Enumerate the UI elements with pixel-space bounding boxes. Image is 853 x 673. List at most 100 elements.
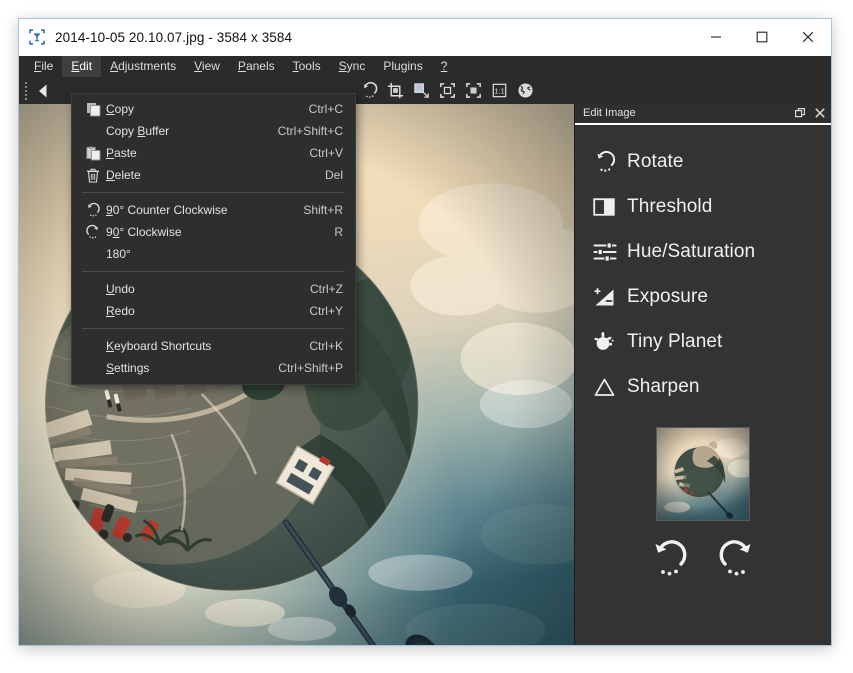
- panorama-viewer-icon: [28, 28, 46, 46]
- menu-item-accel: Ctrl+V: [309, 146, 343, 160]
- threshold-icon: [593, 192, 627, 222]
- menu-separator: [82, 192, 345, 193]
- resize-icon[interactable]: [408, 78, 434, 103]
- menu-item-accel: Shift+R: [303, 203, 343, 217]
- menu-item-keyboard-shortcuts[interactable]: Keyboard Shortcuts Ctrl+K: [72, 335, 355, 357]
- minimize-icon[interactable]: [693, 19, 739, 55]
- menu-adjustments[interactable]: Adjustments: [101, 56, 185, 77]
- menu-item-rotate-90-cw[interactable]: 90° Clockwise R: [72, 221, 355, 243]
- window-title: 2014-10-05 20.10.07.jpg - 3584 x 3584: [55, 30, 292, 45]
- fit-to-window-icon[interactable]: [434, 78, 460, 103]
- edit-image-panel: Edit Image: [574, 103, 831, 645]
- thumbnail-image: [657, 428, 749, 520]
- drag-grip-handle[interactable]: [21, 81, 30, 101]
- rotate-buttons: [575, 535, 831, 581]
- rotate-left-button[interactable]: [646, 535, 692, 581]
- menu-item-accel: Ctrl+Z: [310, 282, 343, 296]
- close-icon[interactable]: [785, 19, 831, 55]
- tool-label: Tiny Planet: [627, 331, 722, 353]
- menu-item-label: Paste: [106, 146, 137, 160]
- menu-item-copy-buffer[interactable]: Copy Buffer Ctrl+Shift+C: [72, 120, 355, 142]
- menu-item-label: 90° Clockwise: [106, 225, 182, 239]
- menu-item-accel: Ctrl+Shift+C: [278, 124, 343, 138]
- rotate-ccw-icon[interactable]: [356, 78, 382, 103]
- rotate-right-button[interactable]: [714, 535, 760, 581]
- preview-area: [575, 427, 831, 521]
- menu-item-copy[interactable]: Copy Ctrl+C: [72, 98, 355, 120]
- application-window: 2014-10-05 20.10.07.jpg - 3584 x 3584 Fi…: [18, 18, 832, 646]
- menu-help[interactable]: ?: [432, 56, 457, 77]
- menu-item-accel: Ctrl+K: [309, 339, 343, 353]
- tool-hue-saturation[interactable]: Hue/Saturation: [575, 229, 831, 274]
- rotate-cw-large-icon: [717, 538, 757, 578]
- paste-icon: [80, 144, 106, 162]
- menu-item-label: Keyboard Shortcuts: [106, 339, 211, 353]
- tool-label: Threshold: [627, 196, 712, 218]
- globe-icon[interactable]: [512, 78, 538, 103]
- rotate-cw-icon: [80, 223, 106, 241]
- menu-item-accel: Ctrl+C: [309, 102, 343, 116]
- menu-item-accel: Del: [325, 168, 343, 182]
- menu-file[interactable]: File: [25, 56, 62, 77]
- exposure-icon: [593, 282, 627, 312]
- undock-icon[interactable]: [795, 108, 806, 119]
- menu-item-label: Delete: [106, 168, 141, 182]
- trash-icon: [80, 166, 106, 184]
- edit-dropdown-menu: Copy Ctrl+C Copy Buffer Ctrl+Shift+C Pas…: [71, 93, 356, 385]
- tool-tiny-planet[interactable]: Tiny Planet: [575, 319, 831, 364]
- menu-plugins[interactable]: Plugins: [374, 56, 431, 77]
- rotate-ccw-icon: [593, 147, 627, 177]
- sliders-icon: [593, 237, 627, 267]
- tool-label: Hue/Saturation: [627, 241, 755, 263]
- tool-sharpen[interactable]: Sharpen: [575, 364, 831, 409]
- menu-item-paste[interactable]: Paste Ctrl+V: [72, 142, 355, 164]
- menu-item-accel: Ctrl+Y: [309, 304, 343, 318]
- panel-header: Edit Image: [575, 103, 831, 125]
- back-arrow-icon[interactable]: [30, 78, 56, 103]
- rotate-ccw-large-icon: [649, 538, 689, 578]
- menu-item-label: Copy: [106, 102, 134, 116]
- menu-item-rotate-90-ccw[interactable]: 90° Counter Clockwise Shift+R: [72, 199, 355, 221]
- menu-separator: [82, 271, 345, 272]
- tool-label: Exposure: [627, 286, 708, 308]
- menu-item-label: Settings: [106, 361, 149, 375]
- menu-sync[interactable]: Sync: [330, 56, 375, 77]
- menu-item-redo[interactable]: Redo Ctrl+Y: [72, 300, 355, 322]
- maximize-icon[interactable]: [739, 19, 785, 55]
- tool-label: Sharpen: [627, 376, 700, 398]
- close-panel-icon[interactable]: [815, 108, 825, 118]
- fill-window-icon[interactable]: [460, 78, 486, 103]
- copy-icon: [80, 100, 106, 118]
- menu-item-label: 180°: [106, 247, 131, 261]
- menu-item-label: Copy Buffer: [106, 124, 169, 138]
- menu-panels[interactable]: Panels: [229, 56, 284, 77]
- menu-item-rotate-180[interactable]: 180°: [72, 243, 355, 265]
- menu-separator: [82, 328, 345, 329]
- actual-size-icon[interactable]: 1:1: [486, 78, 512, 103]
- menu-item-undo[interactable]: Undo Ctrl+Z: [72, 278, 355, 300]
- menu-item-accel: Ctrl+Shift+P: [278, 361, 343, 375]
- menu-view[interactable]: View: [185, 56, 229, 77]
- menu-edit[interactable]: Edit: [62, 56, 101, 77]
- menu-item-label: Undo: [106, 282, 135, 296]
- menu-bar: File Edit Adjustments View Panels Tools …: [19, 56, 831, 77]
- rotate-ccw-icon: [80, 201, 106, 219]
- image-thumbnail[interactable]: [656, 427, 750, 521]
- tool-threshold[interactable]: Threshold: [575, 184, 831, 229]
- tool-rotate[interactable]: Rotate: [575, 139, 831, 184]
- tiny-planet-icon: [593, 327, 627, 357]
- menu-item-delete[interactable]: Delete Del: [72, 164, 355, 186]
- title-bar: 2014-10-05 20.10.07.jpg - 3584 x 3584: [19, 19, 831, 56]
- window-controls: [693, 19, 831, 55]
- menu-item-label: 90° Counter Clockwise: [106, 203, 228, 217]
- tool-exposure[interactable]: Exposure: [575, 274, 831, 319]
- menu-item-accel: R: [334, 225, 343, 239]
- tool-list: Rotate Threshold: [575, 125, 831, 409]
- crop-icon[interactable]: [382, 78, 408, 103]
- menu-tools[interactable]: Tools: [284, 56, 330, 77]
- svg-text:1:1: 1:1: [494, 87, 505, 96]
- tool-label: Rotate: [627, 151, 684, 173]
- menu-item-settings[interactable]: Settings Ctrl+Shift+P: [72, 357, 355, 379]
- panel-title: Edit Image: [583, 107, 636, 119]
- menu-item-label: Redo: [106, 304, 135, 318]
